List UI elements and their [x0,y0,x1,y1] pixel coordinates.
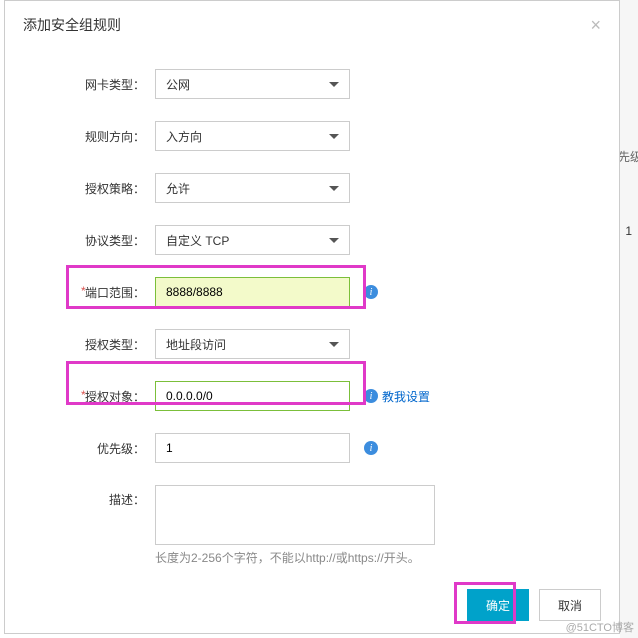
label-auth-type: 授权类型： [25,336,155,353]
info-icon[interactable]: i [364,285,378,299]
row-auth-type: 授权类型： 地址段访问 [25,329,599,359]
select-direction[interactable]: 入方向 [155,121,350,151]
row-auth-policy: 授权策略： 允许 [25,173,599,203]
row-port-range: 端口范围： i [25,277,599,307]
background-strip [620,0,638,638]
label-protocol: 协议类型： [25,232,155,249]
row-protocol: 协议类型： 自定义 TCP [25,225,599,255]
dialog-header: 添加安全组规则 × [5,1,619,49]
select-auth-type-value: 地址段访问 [166,336,226,353]
row-description: 描述： 长度为2-256个字符，不能以http://或https://开头。 [25,485,599,566]
confirm-button[interactable]: 确定 [467,589,529,621]
dialog-title: 添加安全组规则 [23,15,121,35]
input-port-range[interactable] [155,277,350,307]
row-direction: 规则方向： 入方向 [25,121,599,151]
select-auth-policy[interactable]: 允许 [155,173,350,203]
input-priority[interactable] [155,433,350,463]
select-auth-type[interactable]: 地址段访问 [155,329,350,359]
bg-column-value: 1 [625,224,632,238]
close-icon[interactable]: × [590,16,601,34]
select-nic-type-value: 公网 [166,76,190,93]
select-nic-type[interactable]: 公网 [155,69,350,99]
label-port-range: 端口范围： [25,284,155,301]
label-priority: 优先级： [25,440,155,457]
description-hint: 长度为2-256个字符，不能以http://或https://开头。 [155,549,435,566]
row-nic-type: 网卡类型： 公网 [25,69,599,99]
dialog: 添加安全组规则 × 网卡类型： 公网 规则方向： 入方向 授权策略： 允许 协议… [4,0,620,634]
select-direction-value: 入方向 [166,128,202,145]
select-protocol[interactable]: 自定义 TCP [155,225,350,255]
select-protocol-value: 自定义 TCP [166,232,229,249]
label-nic-type: 网卡类型： [25,76,155,93]
textarea-description[interactable] [155,485,435,545]
cancel-button[interactable]: 取消 [539,589,601,621]
watermark: @51CTO博客 [566,619,634,635]
dialog-footer: 确定 取消 [467,589,601,621]
label-direction: 规则方向： [25,128,155,145]
select-auth-policy-value: 允许 [166,180,190,197]
dialog-body: 网卡类型： 公网 规则方向： 入方向 授权策略： 允许 协议类型： 自定义 TC… [5,49,619,598]
help-link[interactable]: 教我设置 [382,388,430,405]
info-icon[interactable]: i [364,389,378,403]
label-description: 描述： [25,485,155,508]
info-icon[interactable]: i [364,441,378,455]
label-auth-object: 授权对象： [25,388,155,405]
input-auth-object[interactable] [155,381,350,411]
row-priority: 优先级： i [25,433,599,463]
row-auth-object: 授权对象： i 教我设置 [25,381,599,411]
label-auth-policy: 授权策略： [25,180,155,197]
